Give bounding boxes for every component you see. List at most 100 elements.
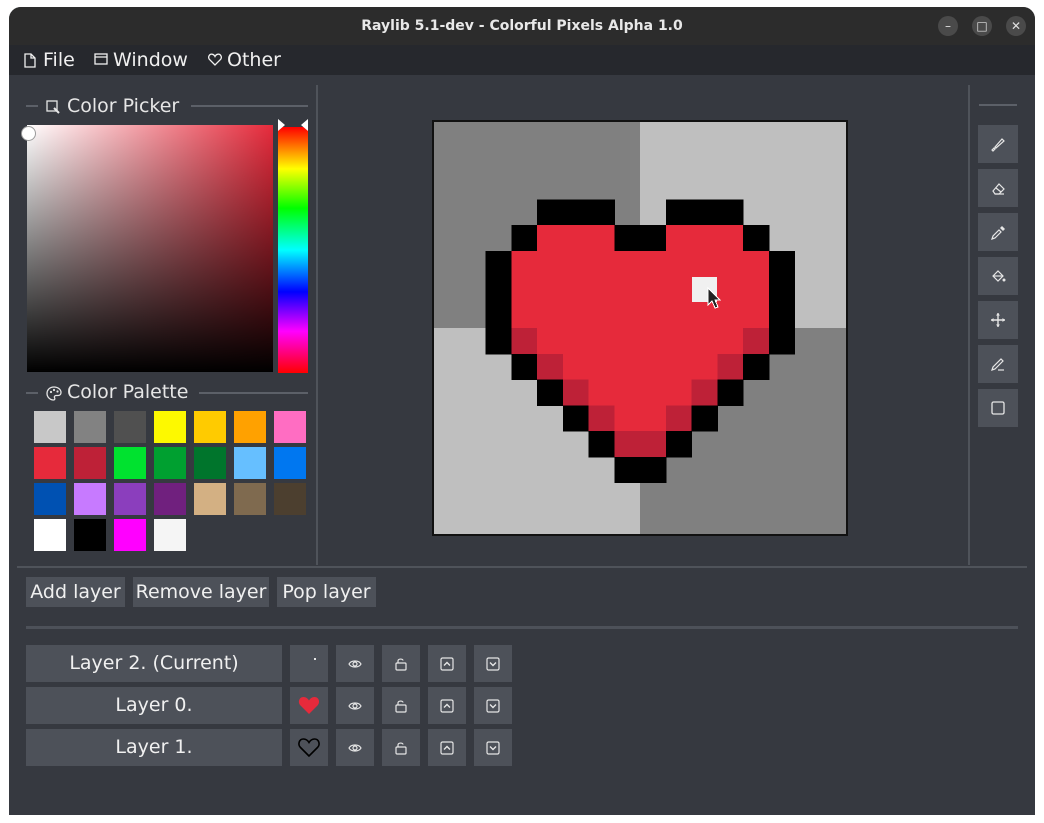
palette-swatch[interactable] <box>74 483 106 515</box>
heart-pixel <box>717 199 744 226</box>
heart-pixel <box>588 225 615 252</box>
heart-outline-icon <box>298 738 320 758</box>
heart-pixel <box>691 405 718 432</box>
palette-swatch[interactable] <box>194 483 226 515</box>
palette-swatch[interactable] <box>34 519 66 551</box>
heart-pixel <box>691 328 718 355</box>
layer-lock-button[interactable] <box>382 729 420 766</box>
palette-swatch[interactable] <box>274 447 306 479</box>
layer-lock-button[interactable] <box>382 687 420 724</box>
layer-move-down-button[interactable] <box>474 729 512 766</box>
heart-pixel <box>614 353 641 381</box>
layer-thumbnail[interactable] <box>290 687 328 724</box>
layer-thumbnail[interactable] <box>290 729 328 766</box>
palette-swatch[interactable] <box>114 411 146 443</box>
palette-swatch[interactable] <box>274 411 306 443</box>
palette-swatch[interactable] <box>234 483 266 515</box>
palette-swatch[interactable] <box>34 483 66 515</box>
close-button[interactable]: ✕ <box>1006 16 1026 36</box>
layer-move-down-button[interactable] <box>474 645 512 682</box>
heart-filled-icon <box>298 697 320 714</box>
pop-layer-button[interactable]: Pop layer <box>277 577 376 607</box>
layer-visibility-button[interactable] <box>336 645 374 682</box>
layer-select-button[interactable]: Layer 2. (Current) <box>26 645 282 682</box>
layer-select-button[interactable]: Layer 0. <box>26 687 282 724</box>
layer-move-down-button[interactable] <box>474 687 512 724</box>
heart-pixel <box>743 302 770 329</box>
menu-other[interactable]: Other <box>208 49 298 71</box>
heart-pixel <box>743 225 770 252</box>
palette-swatch[interactable] <box>114 447 146 479</box>
layer-visibility-button[interactable] <box>336 687 374 724</box>
hue-slider-handle-right[interactable] <box>301 119 308 131</box>
hue-slider[interactable] <box>278 127 308 373</box>
heart-pixel <box>640 379 667 406</box>
layer-thumbnail[interactable] <box>290 645 328 682</box>
heart-pixel <box>562 225 590 252</box>
layer-visibility-button[interactable] <box>336 729 374 766</box>
heart-pixel <box>768 276 796 303</box>
palette-swatch[interactable] <box>234 447 266 479</box>
minimize-button[interactable]: – <box>938 16 958 36</box>
heart-pixel <box>614 456 641 484</box>
menu-file[interactable]: File <box>24 49 84 71</box>
layer-move-up-button[interactable] <box>428 687 466 724</box>
palette-swatch[interactable] <box>154 483 186 515</box>
heart-pixel <box>640 276 667 303</box>
heart-pixel <box>665 302 693 329</box>
heart-pixel <box>743 353 770 381</box>
remove-layer-button[interactable]: Remove layer <box>133 577 269 607</box>
palette-swatch[interactable] <box>154 411 186 443</box>
heart-pixel <box>485 328 512 355</box>
saturation-value-cursor[interactable] <box>21 126 36 141</box>
heart-pixel <box>640 456 667 484</box>
heart-pixel <box>614 250 641 278</box>
palette-swatch[interactable] <box>34 447 66 479</box>
brush-tool-button[interactable] <box>978 125 1018 163</box>
heart-pixel <box>640 431 667 458</box>
palette-swatch[interactable] <box>34 411 66 443</box>
hue-slider-handle-left[interactable] <box>278 119 285 131</box>
palette-swatch[interactable] <box>154 447 186 479</box>
heart-pixel <box>485 276 512 303</box>
menu-window[interactable]: Window <box>94 49 199 71</box>
eyedropper-tool-button[interactable] <box>978 213 1018 251</box>
palette-swatch[interactable] <box>154 519 186 551</box>
layer-move-up-button[interactable] <box>428 645 466 682</box>
saturation-value-picker[interactable] <box>27 125 273 372</box>
rectangle-tool-button[interactable] <box>978 389 1018 427</box>
heart-pixel <box>537 379 564 406</box>
heart-pixel <box>562 199 590 226</box>
palette-swatch[interactable] <box>194 447 226 479</box>
palette-swatch[interactable] <box>274 483 306 515</box>
palette-swatch[interactable] <box>74 411 106 443</box>
fill-bucket-tool-button[interactable] <box>978 257 1018 295</box>
palette-swatch[interactable] <box>114 483 146 515</box>
layer-lock-button[interactable] <box>382 645 420 682</box>
heart-pixel <box>588 328 615 355</box>
heart-pixel <box>717 328 744 355</box>
heart-pixel <box>640 405 667 432</box>
heart-pixel <box>614 225 641 252</box>
eyedropper-icon <box>991 226 1005 240</box>
add-layer-button[interactable]: Add layer <box>26 577 125 607</box>
drawing-canvas[interactable] <box>432 120 848 536</box>
layer-move-up-button[interactable] <box>428 729 466 766</box>
heart-pixel <box>665 431 693 458</box>
color-picker-group-line <box>26 105 38 107</box>
color-palette-group-line-right <box>199 392 308 394</box>
palette-swatch[interactable] <box>194 411 226 443</box>
move-tool-button[interactable] <box>978 301 1018 339</box>
heart-pixel <box>511 328 538 355</box>
palette-swatch[interactable] <box>74 519 106 551</box>
palette-swatch[interactable] <box>234 411 266 443</box>
palette-swatch[interactable] <box>114 519 146 551</box>
heart-pixel <box>485 302 512 329</box>
heart-pixel <box>665 405 693 432</box>
maximize-button[interactable]: □ <box>972 16 992 36</box>
pencil-tool-button[interactable] <box>978 345 1018 383</box>
heart-pixel <box>537 328 564 355</box>
palette-swatch[interactable] <box>74 447 106 479</box>
eraser-tool-button[interactable] <box>978 169 1018 207</box>
layer-select-button[interactable]: Layer 1. <box>26 729 282 766</box>
